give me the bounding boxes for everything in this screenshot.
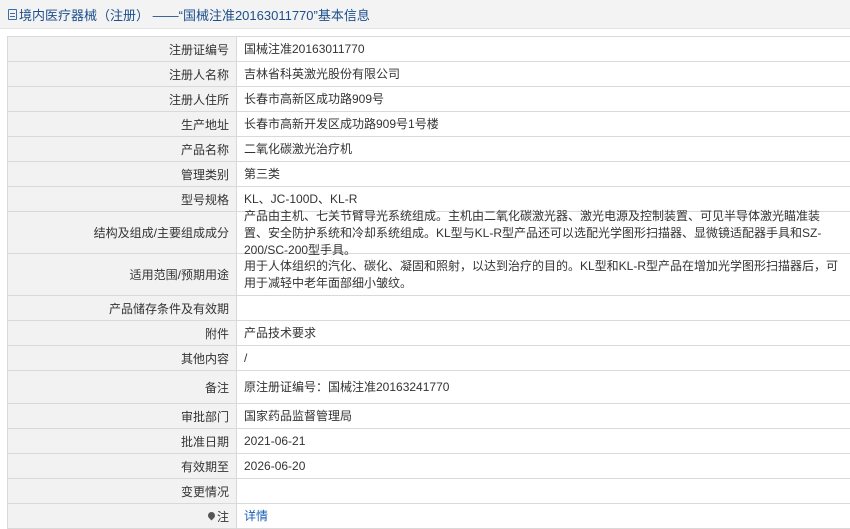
row-value: 产品由主机、七关节臂导光系统组成。主机由二氧化碳激光器、激光电源及控制装置、可见… [237,209,850,257]
row-label: 注册证编号 [8,37,237,61]
row-value: 国家药品监督管理局 [237,404,850,428]
table-row: 变更情况 [8,479,850,504]
table-row: 适用范围/预期用途 用于人体组织的汽化、碳化、凝固和照射，以达到治疗的目的。KL… [8,254,850,296]
table-row: 注册证编号 国械注准20163011770 [8,37,850,62]
page-title: 境内医疗器械（注册） ——“国械注准20163011770”基本信息 [19,7,370,23]
note-label: 注 [216,509,229,524]
row-value: 长春市高新开发区成功路909号1号楼 [237,112,850,136]
row-value: 用于人体组织的汽化、碳化、凝固和照射，以达到治疗的目的。KL型和KL-R型产品在… [237,254,850,295]
row-value: / [237,346,850,370]
row-label: 型号规格 [8,187,237,211]
row-value: 2021-06-21 [237,429,850,453]
row-value: 长春市高新区成功路909号 [237,87,850,111]
row-value: 详情 [237,504,850,528]
pin-icon [206,510,217,520]
table-row: 审批部门 国家药品监督管理局 [8,404,850,429]
table-row: 产品名称 二氧化碳激光治疗机 [8,137,850,162]
table-row: 生产地址 长春市高新开发区成功路909号1号楼 [8,112,850,137]
row-value: 二氧化碳激光治疗机 [237,137,850,161]
page-header: 境内医疗器械（注册） ——“国械注准20163011770”基本信息 [0,0,850,29]
document-icon [8,8,17,20]
row-value: 国械注准20163011770 [237,37,850,61]
row-value: 2026-06-20 [237,454,850,478]
row-label: 其他内容 [8,346,237,370]
row-value: 产品技术要求 [237,321,850,345]
row-label: 审批部门 [8,404,237,428]
row-value [237,296,850,320]
row-value-text: 产品由主机、七关节臂导光系统组成。主机由二氧化碳激光器、激光电源及控制装置、可见… [244,208,822,257]
info-table: 注册证编号 国械注准20163011770 注册人名称 吉林省科英激光股份有限公… [7,36,850,529]
row-value: 第三类 [237,162,850,186]
row-label: 批准日期 [8,429,237,453]
row-label: 备注 [8,371,237,403]
table-row: 其他内容 / [8,346,850,371]
table-row: 注册人住所 长春市高新区成功路909号 [8,87,850,112]
table-row: 注册人名称 吉林省科英激光股份有限公司 [8,62,850,87]
table-row: 注 详情 [8,504,850,529]
row-label: 注册人名称 [8,62,237,86]
row-label: 产品储存条件及有效期 [8,296,237,320]
table-row: 备注 原注册证编号：国械注准20163241770 [8,371,850,404]
row-label: 附件 [8,321,237,345]
row-value: 吉林省科英激光股份有限公司 [237,62,850,86]
row-value: 原注册证编号：国械注准20163241770 [237,371,850,403]
row-value-text: 用于人体组织的汽化、碳化、凝固和照射，以达到治疗的目的。KL型和KL-R型产品在… [244,259,839,290]
table-row: 附件 产品技术要求 [8,321,850,346]
row-label: 结构及组成/主要组成成分 [8,212,237,253]
row-label: 注 [8,504,237,528]
row-label: 管理类别 [8,162,237,186]
table-row: 有效期至 2026-06-20 [8,454,850,479]
row-value [237,479,850,503]
row-label: 变更情况 [8,479,237,503]
row-label: 注册人住所 [8,87,237,111]
row-label: 适用范围/预期用途 [8,254,237,295]
row-label: 有效期至 [8,454,237,478]
row-label: 产品名称 [8,137,237,161]
row-label: 生产地址 [8,112,237,136]
table-row: 管理类别 第三类 [8,162,850,187]
table-row: 产品储存条件及有效期 [8,296,850,321]
details-link[interactable]: 详情 [244,508,268,525]
table-row: 批准日期 2021-06-21 [8,429,850,454]
table-row: 结构及组成/主要组成成分 产品由主机、七关节臂导光系统组成。主机由二氧化碳激光器… [8,209,850,257]
